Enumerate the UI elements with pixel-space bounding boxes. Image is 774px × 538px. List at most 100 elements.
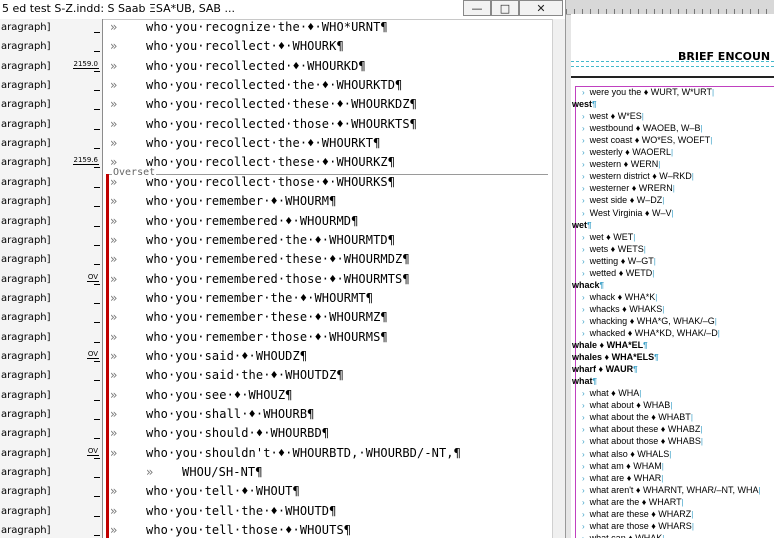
story-text[interactable]: who·you·should·♦·WHOURBD¶ — [146, 426, 329, 440]
tab-marker-icon: » — [110, 503, 118, 518]
entry-text: whack — [572, 279, 600, 290]
paragraph-style-label: aragraph] — [1, 118, 51, 130]
story-row[interactable]: aragraph] » who·you·remember·those·♦·WHOUR… — [0, 329, 565, 348]
entry-line: › what about those ♦ WHABS| — [582, 436, 703, 446]
entry-text: what also ♦ WHALS — [589, 448, 670, 459]
story-row[interactable]: aragraph] » who·you·remember·the·♦·WHOURMT… — [0, 290, 565, 309]
tab-marker-icon: » — [110, 232, 118, 247]
close-button[interactable]: ✕ — [519, 0, 563, 16]
entry-text: what about those ♦ WHABS — [589, 436, 701, 447]
story-text[interactable]: who·you·see·♦·WHOUZ¶ — [146, 388, 293, 402]
bullet-icon: › — [582, 389, 585, 399]
bullet-icon: › — [582, 112, 585, 122]
story-row[interactable]: aragraph] » who·you·remembered·♦·WHOURMD¶ — [0, 213, 565, 232]
story-text[interactable]: who·you·recollect·the·♦·WHOURKT¶ — [146, 136, 380, 150]
document-page[interactable]: BRIEF ENCOUN › were you the ♦ WURT, W*URT… — [571, 14, 774, 538]
tab-marker-icon: » — [110, 39, 118, 54]
story-text[interactable]: who·you·recollect·these·♦·WHOURKZ¶ — [146, 155, 395, 169]
paragraph-mark-icon: | — [700, 425, 703, 435]
entry-text: West Virginia ♦ W–V — [589, 207, 672, 218]
paragraph-mark-icon: | — [670, 401, 673, 411]
story-text[interactable]: who·you·recognize·the·♦·WHO*URNT¶ — [146, 20, 388, 34]
entry-line: › whacked ♦ WHA*KD, WHAK/–D| — [582, 328, 720, 338]
entry-line: › what aren't ♦ WHARNT, WHAR/–NT, WHA| — [582, 485, 761, 495]
depth-tick — [94, 244, 100, 246]
paragraph-style-label: aragraph] — [1, 99, 51, 111]
tab-marker-icon: » — [110, 348, 118, 363]
story-row[interactable]: aragraph] » who·you·shall·♦·WHOURB¶ — [0, 406, 565, 425]
vertical-scrollbar[interactable] — [552, 19, 565, 538]
tab-marker-icon: » — [110, 368, 118, 383]
story-text[interactable]: who·you·tell·♦·WHOUT¶ — [146, 484, 300, 498]
bullet-icon: › — [582, 413, 585, 423]
story-row[interactable]: aragraph] » who·you·remember·these·♦·WHOUR… — [0, 309, 565, 328]
story-row[interactable]: aragraph] » who·you·recollected·the·♦·WHOU… — [0, 77, 565, 96]
entry-text: westbound ♦ WAOEB, W–B — [589, 123, 701, 134]
story-text[interactable]: who·you·remember·these·♦·WHOURMZ¶ — [146, 310, 388, 324]
depth-marker: OV — [86, 349, 99, 359]
story-row[interactable]: aragraph] » who·you·tell·the·♦·WHOUTD¶ — [0, 503, 565, 522]
maximize-button[interactable]: □ — [491, 0, 519, 16]
story-text[interactable]: who·you·tell·those·♦·WHOUTS¶ — [146, 523, 351, 537]
story-text[interactable]: who·you·remembered·these·♦·WHOURMDZ¶ — [146, 252, 410, 266]
story-row[interactable]: aragraph] OV » who·you·said·♦·WHOUDZ¶ — [0, 348, 565, 367]
story-row[interactable]: aragraph] » WHOU/SH-NT¶ — [0, 464, 565, 483]
paragraph-mark-icon: ¶ — [599, 280, 604, 290]
paragraph-mark-icon: | — [670, 148, 674, 158]
story-text[interactable]: WHOU/SH-NT¶ — [182, 465, 263, 479]
story-text[interactable]: who·you·remember·♦·WHOURM¶ — [146, 194, 336, 208]
entry-text: westerner ♦ WRERN — [589, 183, 673, 194]
story-row[interactable]: aragraph] » who·you·recollect·the·♦·WHOURK… — [0, 135, 565, 154]
story-row[interactable]: aragraph] » who·you·recollected·those·♦·WH… — [0, 116, 565, 135]
story-row[interactable]: aragraph]» who·you·recollect·those·♦·WHOU… — [0, 174, 565, 193]
layout-view: BRIEF ENCOUN › were you the ♦ WURT, W*URT… — [566, 0, 774, 538]
paragraph-mark-icon: | — [639, 389, 642, 399]
depth-tick — [94, 302, 100, 304]
story-text[interactable]: who·you·recollected·these·♦·WHOURKDZ¶ — [146, 97, 417, 111]
story-text[interactable]: who·you·remembered·the·♦·WHOURMTD¶ — [146, 233, 395, 247]
bullet-icon: › — [582, 449, 585, 459]
story-row[interactable]: aragraph] » who·you·recognize·the·♦·WHO*UR… — [0, 19, 565, 38]
story-row[interactable]: aragraph] » who·you·remember·♦·WHOURM¶ — [0, 193, 565, 212]
bullet-icon: › — [582, 497, 585, 507]
depth-tick — [94, 264, 100, 266]
story-text[interactable]: who·you·shall·♦·WHOURB¶ — [146, 407, 314, 421]
story-text[interactable]: who·you·recollected·those·♦·WHOURKTS¶ — [146, 117, 417, 131]
entry-text: western district ♦ W–RKD — [589, 171, 692, 182]
story-row[interactable]: aragraph] 2159.0 » who·you·recollected·♦·WH… — [0, 58, 565, 77]
story-text[interactable]: who·you·recollect·those·♦·WHOURKS¶ — [146, 175, 395, 189]
paragraph-style-label: aragraph] — [1, 41, 51, 53]
story-row[interactable]: aragraph] » who·you·remembered·the·♦·WHOUR… — [0, 232, 565, 251]
story-row[interactable]: aragraph] 2159.6» who·you·recollect·these·… — [0, 154, 565, 173]
minimize-button[interactable]: — — [463, 0, 491, 16]
depth-tick — [94, 225, 100, 227]
story-editor-titlebar[interactable]: 5 ed test S-Z.indd: S Saab ΞSA*UB, SAB .… — [0, 0, 565, 20]
story-row[interactable]: aragraph] » who·you·recollected·these·♦·WH… — [0, 96, 565, 115]
story-text[interactable]: who·you·remember·those·♦·WHOURMS¶ — [146, 330, 388, 344]
paragraph-style-label: aragraph] — [1, 176, 51, 188]
story-row[interactable]: aragraph] OV » who·you·shouldn't·♦·WHOURBTD… — [0, 445, 565, 464]
story-text[interactable]: who·you·said·the·♦·WHOUTDZ¶ — [146, 368, 344, 382]
story-text[interactable]: who·you·recollected·♦·WHOURKD¶ — [146, 59, 366, 73]
story-row[interactable]: aragraph] » who·you·tell·those·♦·WHOUTS¶ — [0, 522, 565, 538]
entry-line: › whack ♦ WHA*K| — [582, 292, 657, 302]
paragraph-style-label: aragraph] — [1, 486, 51, 498]
story-text[interactable]: who·you·remembered·those·♦·WHOURMTS¶ — [146, 272, 410, 286]
story-text[interactable]: who·you·tell·the·♦·WHOUTD¶ — [146, 504, 336, 518]
story-text[interactable]: who·you·shouldn't·♦·WHOURBTD,·WHOURBD/-N… — [146, 446, 461, 460]
depth-tick — [94, 51, 100, 53]
story-row[interactable]: aragraph] » who·you·should·♦·WHOURBD¶ — [0, 425, 565, 444]
story-row[interactable]: aragraph] » who·you·remembered·these·♦·WHO… — [0, 251, 565, 270]
story-text[interactable]: who·you·recollect·♦·WHOURK¶ — [146, 39, 344, 53]
bullet-icon: › — [582, 316, 585, 326]
story-row[interactable]: aragraph] » who·you·recollect·♦·WHOURK¶ — [0, 38, 565, 57]
story-row[interactable]: aragraph] » who·you·see·♦·WHOUZ¶ — [0, 387, 565, 406]
story-row[interactable]: aragraph] OV » who·you·remembered·those·♦·W… — [0, 271, 565, 290]
story-row[interactable]: aragraph] » who·you·said·the·♦·WHOUTDZ¶ — [0, 367, 565, 386]
story-text[interactable]: who·you·remembered·♦·WHOURMD¶ — [146, 214, 358, 228]
paragraph-style-label: aragraph] — [1, 409, 51, 420]
story-text[interactable]: who·you·recollected·the·♦·WHOURKTD¶ — [146, 78, 402, 92]
story-row[interactable]: aragraph] » who·you·tell·♦·WHOUT¶ — [0, 483, 565, 502]
story-text[interactable]: who·you·remember·the·♦·WHOURMT¶ — [146, 291, 373, 305]
story-text[interactable]: who·you·said·♦·WHOUDZ¶ — [146, 349, 307, 363]
